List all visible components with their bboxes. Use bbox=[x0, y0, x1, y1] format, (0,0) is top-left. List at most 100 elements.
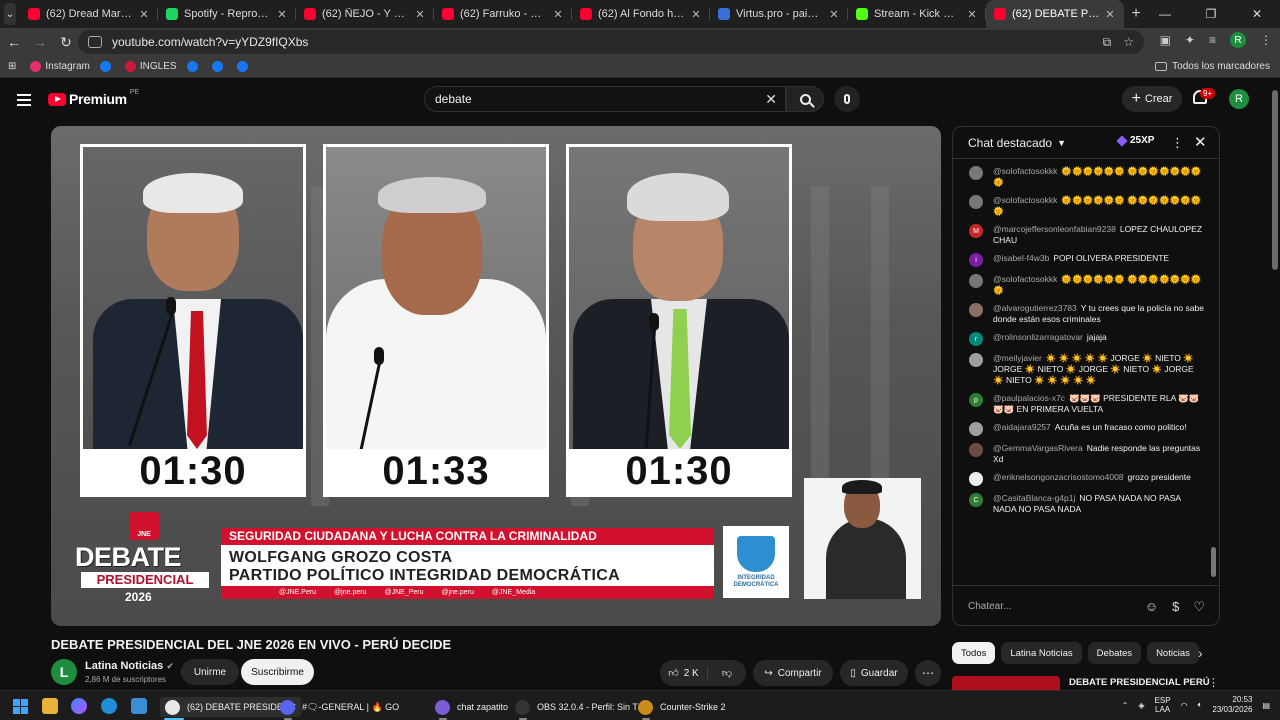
forward-button[interactable]: → bbox=[28, 34, 52, 50]
profile-avatar[interactable]: R bbox=[1230, 32, 1246, 48]
heart-icon[interactable]: ♡ bbox=[1193, 599, 1205, 615]
xp-badge[interactable]: 25XP bbox=[1116, 134, 1154, 147]
close-tab-icon[interactable]: ✕ bbox=[138, 8, 150, 21]
file-explorer-icon[interactable] bbox=[42, 698, 58, 714]
search-query[interactable]: debate bbox=[435, 92, 472, 106]
bookmark-item[interactable]: INGLES bbox=[124, 61, 177, 72]
taskbar-app[interactable]: #🗨-GENERAL | 🔥 GO bbox=[280, 697, 399, 717]
apps-icon[interactable]: ⊞ bbox=[8, 61, 16, 72]
chat-input[interactable]: Chatear... bbox=[968, 601, 1118, 612]
chat-more-icon[interactable]: ⋮ bbox=[1171, 135, 1184, 151]
emoji-icon[interactable]: ☺ bbox=[1145, 599, 1158, 615]
tray-overflow-icon[interactable]: ⌃ bbox=[1122, 701, 1129, 710]
search-button[interactable] bbox=[786, 86, 824, 112]
search-input[interactable]: debate ✕ bbox=[424, 86, 786, 112]
new-tab-button[interactable]: + bbox=[1130, 5, 1142, 23]
bookmark-item[interactable] bbox=[99, 61, 115, 72]
chat-author[interactable]: @rolinsonlizarragatovar bbox=[993, 332, 1083, 342]
chevron-right-icon[interactable]: › bbox=[1198, 645, 1203, 661]
channel-avatar[interactable]: L bbox=[51, 659, 77, 685]
dislike-button[interactable]: 👎︎ bbox=[708, 667, 746, 679]
scrollbar-thumb[interactable] bbox=[1272, 90, 1278, 270]
create-button[interactable]: + Crear bbox=[1122, 86, 1182, 112]
filter-chip[interactable]: Todos bbox=[952, 642, 996, 664]
more-actions-button[interactable]: ⋯ bbox=[915, 660, 941, 686]
chat-scrollbar[interactable] bbox=[1211, 547, 1216, 577]
browser-tab[interactable]: Virtus.pro - pain Gaming ✕ bbox=[710, 0, 848, 28]
channel-name[interactable]: Latina Noticias ✔ bbox=[85, 660, 174, 672]
close-tab-icon[interactable]: ✕ bbox=[828, 8, 840, 21]
chat-author[interactable]: @CasitaBlanca-g4p1j bbox=[993, 493, 1075, 503]
chat-author[interactable]: @alvarogutierrez3783 bbox=[993, 303, 1077, 313]
minimize-button[interactable]: — bbox=[1142, 7, 1188, 21]
close-tab-icon[interactable]: ✕ bbox=[552, 8, 564, 21]
video-player[interactable]: 01:30 01:33 01:30 JNE DEBATE PRESIDENCIA… bbox=[51, 126, 941, 626]
chat-author[interactable]: @solofactosokkk bbox=[993, 274, 1057, 284]
browser-tab[interactable]: (62) DEBATE PRESIDEN ✕ bbox=[986, 0, 1124, 28]
close-tab-icon[interactable]: ✕ bbox=[1104, 8, 1116, 21]
install-icon[interactable]: ⧉ bbox=[1103, 35, 1112, 50]
bookmark-item[interactable] bbox=[236, 61, 252, 72]
back-button[interactable]: ← bbox=[2, 34, 26, 50]
chat-avatar[interactable] bbox=[969, 422, 983, 436]
reload-button[interactable]: ↻ bbox=[54, 34, 78, 51]
bookmark-item[interactable] bbox=[186, 61, 202, 72]
bookmark-star-icon[interactable]: ☆ bbox=[1123, 35, 1134, 50]
close-tab-icon[interactable]: ✕ bbox=[414, 8, 426, 21]
chat-author[interactable]: @isabel-f4w3b bbox=[993, 253, 1049, 263]
chat-avatar[interactable]: i bbox=[969, 253, 983, 267]
bookmark-item[interactable] bbox=[211, 61, 227, 72]
chat-avatar[interactable] bbox=[969, 303, 983, 317]
close-tab-icon[interactable]: ✕ bbox=[276, 8, 288, 21]
url-text[interactable]: youtube.com/watch?v=yYDZ9fIQXbs bbox=[112, 35, 308, 49]
close-window-button[interactable]: ✕ bbox=[1234, 7, 1280, 21]
voice-search-button[interactable] bbox=[834, 86, 860, 112]
recommended-more-icon[interactable]: ⋮ bbox=[1208, 676, 1219, 689]
chat-avatar[interactable] bbox=[969, 274, 983, 288]
browser-tab[interactable]: (62) ÑEJO - Y SI LA VES - ✕ bbox=[296, 0, 434, 28]
chat-avatar[interactable] bbox=[969, 195, 983, 209]
chat-author[interactable]: @aidajara9257 bbox=[993, 422, 1051, 432]
language-indicator[interactable]: ESP LAA bbox=[1155, 696, 1171, 714]
filter-chip[interactable]: Latina Noticias bbox=[1001, 642, 1082, 664]
edge-icon[interactable] bbox=[101, 698, 117, 714]
chat-author[interactable]: @marcojeffersonleonfabian9238 bbox=[993, 224, 1116, 234]
browser-tab[interactable]: Spotify - Reproductor web ✕ bbox=[158, 0, 296, 28]
clock[interactable]: 20:53 23/03/2026 bbox=[1212, 695, 1252, 715]
chevron-down-icon[interactable]: ▼ bbox=[1057, 138, 1066, 148]
browser-menu-icon[interactable]: ⋮ bbox=[1260, 33, 1272, 47]
filter-chip[interactable]: Debates bbox=[1087, 642, 1142, 664]
chat-mode-dropdown[interactable]: Chat destacado bbox=[968, 136, 1052, 150]
chat-avatar[interactable] bbox=[969, 443, 983, 457]
chat-avatar[interactable]: C bbox=[969, 493, 983, 507]
tab-groups-icon[interactable]: ▣ bbox=[1160, 33, 1171, 47]
share-button[interactable]: ↪ Compartir bbox=[753, 660, 833, 686]
chat-author[interactable]: @eriknelsongonzacrisostomo4008 bbox=[993, 472, 1124, 482]
chat-avatar[interactable] bbox=[969, 353, 983, 367]
volume-icon[interactable]: 🔈︎ bbox=[1198, 700, 1203, 710]
taskbar-app[interactable]: OBS 32.0.4 - Perfil: Sin T bbox=[515, 697, 638, 717]
bookmark-item[interactable]: Instagram bbox=[30, 61, 90, 72]
subscribe-button[interactable]: Suscribirme bbox=[241, 659, 314, 685]
super-chat-icon[interactable]: $ bbox=[1172, 599, 1179, 615]
browser-tab[interactable]: (62) Farruko - Passion Wh ✕ bbox=[434, 0, 572, 28]
chat-avatar[interactable]: p bbox=[969, 393, 983, 407]
close-tab-icon[interactable]: ✕ bbox=[690, 8, 702, 21]
chat-avatar[interactable] bbox=[969, 166, 983, 180]
recommended-video-thumbnail[interactable] bbox=[952, 676, 1060, 690]
menu-icon[interactable] bbox=[17, 94, 31, 109]
copilot-icon[interactable] bbox=[71, 698, 87, 714]
join-button[interactable]: Unirme bbox=[181, 659, 239, 685]
chat-author[interactable]: @meilyjavier bbox=[993, 353, 1042, 363]
wifi-icon[interactable]: ◠ bbox=[1181, 701, 1188, 710]
taskbar-app[interactable]: Counter-Strike 2 bbox=[638, 697, 726, 717]
chat-avatar[interactable] bbox=[969, 472, 983, 486]
account-avatar[interactable]: R bbox=[1229, 89, 1249, 109]
store-icon[interactable] bbox=[131, 698, 147, 714]
site-info-icon[interactable] bbox=[88, 36, 102, 48]
page-scrollbar[interactable] bbox=[1270, 80, 1280, 690]
chat-author[interactable]: @GemmaVargasRivera bbox=[993, 443, 1083, 453]
youtube-logo[interactable]: Premium PE bbox=[48, 89, 139, 107]
close-tab-icon[interactable]: ✕ bbox=[966, 8, 978, 21]
chat-author[interactable]: @paulpalacios-x7c bbox=[993, 393, 1065, 403]
